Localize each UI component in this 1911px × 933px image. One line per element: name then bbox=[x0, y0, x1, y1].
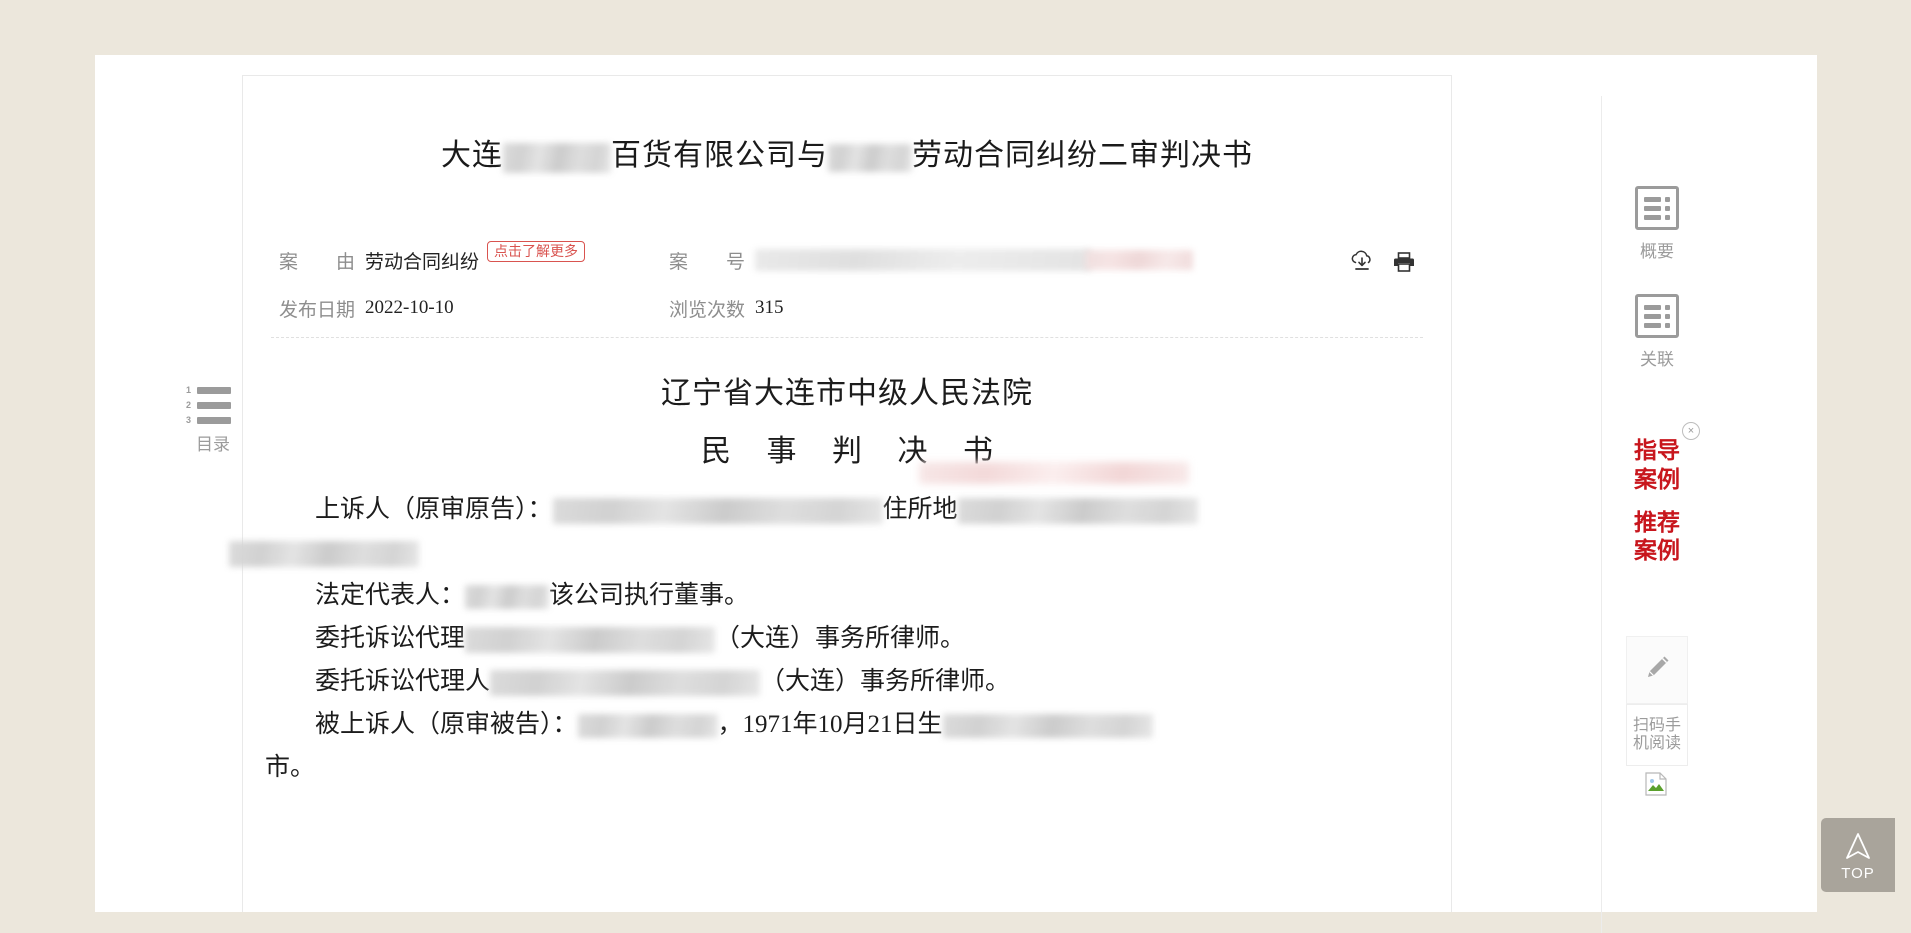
document-title-suffix: 劳动合同纠纷二审判决书 bbox=[912, 139, 1253, 172]
related-document-icon bbox=[1635, 294, 1679, 338]
meta-value-publish-date: 2022-10-10 bbox=[365, 297, 454, 318]
meta-field-publish-date: 发布日期 2022-10-10 bbox=[279, 295, 454, 322]
paragraph-lead: 委托诉讼代理 bbox=[315, 624, 466, 652]
paragraph-appellee-cont: 市。 bbox=[265, 746, 1429, 789]
meta-row-date: 发布日期 2022-10-10 浏览次数 315 bbox=[271, 287, 1423, 327]
toc-bar bbox=[197, 386, 231, 394]
scroll-to-top-label: TOP bbox=[1841, 865, 1875, 882]
tool-label-related: 关联 bbox=[1640, 350, 1674, 369]
promo-line: 案例 bbox=[1634, 537, 1680, 564]
promo-line: 推荐 bbox=[1634, 508, 1680, 535]
meta-divider bbox=[271, 336, 1423, 338]
toc-number: 1 bbox=[185, 385, 191, 395]
paragraph-agent-1: 委托诉讼代理 （大连）事务所律师。 bbox=[265, 617, 1429, 660]
mobile-read-line1: 扫码手 bbox=[1632, 716, 1681, 734]
meta-field-views: 浏览次数 315 bbox=[669, 295, 784, 322]
tool-label-summary: 概要 bbox=[1640, 242, 1674, 261]
document-kind: 民 事 判 决 书 bbox=[701, 434, 1007, 468]
toc-number: 3 bbox=[185, 415, 191, 425]
paragraph-tail: 住所地 bbox=[882, 495, 958, 523]
toc-button[interactable]: 1 2 3 目录 bbox=[185, 385, 241, 455]
promo-recommended-case[interactable]: 推荐 案例 bbox=[1602, 508, 1712, 566]
document-title-mid: 百货有限公司与 bbox=[611, 139, 828, 172]
meta-label-case-number: 案 号 bbox=[669, 251, 746, 273]
broken-image-icon[interactable] bbox=[1644, 772, 1670, 796]
redacted-text bbox=[957, 497, 1198, 524]
paragraph-tail: 该公司执行董事。 bbox=[549, 581, 750, 609]
court-name: 辽宁省大连市中级人民法院 bbox=[661, 376, 1033, 410]
promo-guiding-case[interactable]: 指导 案例 bbox=[1602, 436, 1712, 494]
meta-label-case-cause: 案 由 bbox=[279, 251, 356, 273]
redacted-name bbox=[577, 713, 718, 738]
pencil-icon bbox=[1640, 651, 1674, 690]
annotate-button[interactable] bbox=[1626, 636, 1688, 704]
toc-bar bbox=[197, 401, 231, 409]
numbered-list-icon: 1 2 3 bbox=[185, 385, 241, 425]
paragraph-appellant: 上诉人（原审原告）： 住所地 bbox=[229, 488, 1429, 574]
meta-row-cause: 案 由 劳动合同纠纷 点击了解更多 案 号 bbox=[271, 239, 1423, 287]
meta-label-views: 浏览次数 bbox=[669, 299, 746, 321]
mobile-read-line2: 机阅读 bbox=[1632, 735, 1681, 752]
paragraph-appellee: 被上诉人（原审被告）： ，1971年10月21日生 bbox=[265, 703, 1429, 746]
tools-rail: 概要 关联 × 指导 案例 推荐 案例 扫码手 机阅读 bbox=[1601, 96, 1711, 933]
meta-field-case-number: 案 号 bbox=[669, 247, 1194, 274]
paragraph-tail: 市。 bbox=[265, 753, 316, 781]
redacted-case-number bbox=[755, 249, 1092, 271]
redacted-text bbox=[942, 713, 1153, 738]
toc-line: 2 bbox=[185, 400, 231, 410]
redacted-text bbox=[229, 540, 419, 567]
meta-value-case-cause[interactable]: 劳动合同纠纷 bbox=[365, 247, 479, 274]
redacted-text bbox=[552, 497, 883, 524]
meta-field-case-cause: 案 由 劳动合同纠纷 点击了解更多 bbox=[279, 240, 586, 274]
document-body: 上诉人（原审原告）： 住所地 法定代表人： 该公司执行董事。 委托诉讼代理 （大连）事… bbox=[229, 461, 1451, 789]
redacted-party-name bbox=[828, 144, 912, 173]
page-panel: 1 2 3 目录 大连 百货有限公司与 劳动合同纠纷二审判决书 案 由 劳动合同… bbox=[95, 55, 1817, 933]
toc-number: 2 bbox=[185, 400, 191, 410]
mobile-read-button[interactable]: 扫码手 机阅读 bbox=[1626, 704, 1688, 766]
paragraph-legal-rep: 法定代表人： 该公司执行董事。 bbox=[265, 574, 1429, 617]
promo-block: × 指导 案例 推荐 案例 bbox=[1602, 422, 1712, 579]
paragraph-lead: 上诉人（原审原告）： bbox=[315, 495, 553, 523]
toc-line: 3 bbox=[185, 415, 231, 425]
tool-related[interactable]: 关联 bbox=[1602, 294, 1712, 370]
toc-label: 目录 bbox=[196, 435, 230, 454]
court-heading: 辽宁省大连市中级人民法院 民 事 判 决 书 bbox=[243, 368, 1451, 470]
promo-line: 案例 bbox=[1634, 465, 1680, 492]
promo-line: 指导 bbox=[1634, 437, 1680, 463]
toc-line: 1 bbox=[185, 385, 231, 395]
document-title: 大连 百货有限公司与 劳动合同纠纷二审判决书 bbox=[243, 136, 1451, 177]
paragraph-tail: （大连）事务所律师。 bbox=[715, 624, 966, 652]
document-card: 大连 百货有限公司与 劳动合同纠纷二审判决书 案 由 劳动合同纠纷 点击了解更多… bbox=[229, 75, 1700, 933]
meta-value-views: 315 bbox=[755, 297, 784, 318]
redacted-case-number-tail bbox=[1085, 250, 1194, 270]
meta-label-publish-date: 发布日期 bbox=[279, 299, 356, 321]
toc-bar bbox=[197, 416, 231, 424]
redacted-name bbox=[465, 584, 550, 609]
scroll-to-top-button[interactable]: TOP bbox=[1821, 818, 1895, 892]
redacted-name bbox=[465, 626, 716, 653]
document-meta: 案 由 劳动合同纠纷 点击了解更多 案 号 发布日期 2022-10-10 浏览… bbox=[243, 239, 1451, 327]
paragraph-lead: 委托诉讼代理人 bbox=[315, 667, 491, 695]
mobile-read-label: 扫码手 机阅读 bbox=[1633, 717, 1681, 754]
redacted-company-name bbox=[503, 143, 611, 174]
redaction-smudge bbox=[919, 461, 1189, 484]
summary-document-icon bbox=[1635, 186, 1679, 230]
document-title-prefix: 大连 bbox=[441, 139, 503, 172]
toc-rail: 1 2 3 目录 bbox=[95, 55, 242, 912]
more-info-badge[interactable]: 点击了解更多 bbox=[487, 240, 586, 262]
paragraph-lead: 法定代表人： bbox=[315, 581, 466, 609]
paragraph-lead: 被上诉人（原审被告）： bbox=[315, 710, 578, 738]
redacted-name bbox=[490, 669, 761, 696]
paragraph-mid: ，1971年10月21日生 bbox=[717, 710, 943, 738]
paragraph-tail: （大连）事务所律师。 bbox=[760, 667, 1011, 695]
paragraph-agent-2: 委托诉讼代理人 （大连）事务所律师。 bbox=[265, 660, 1429, 703]
close-icon[interactable]: × bbox=[1682, 422, 1700, 440]
tool-summary[interactable]: 概要 bbox=[1602, 186, 1712, 262]
